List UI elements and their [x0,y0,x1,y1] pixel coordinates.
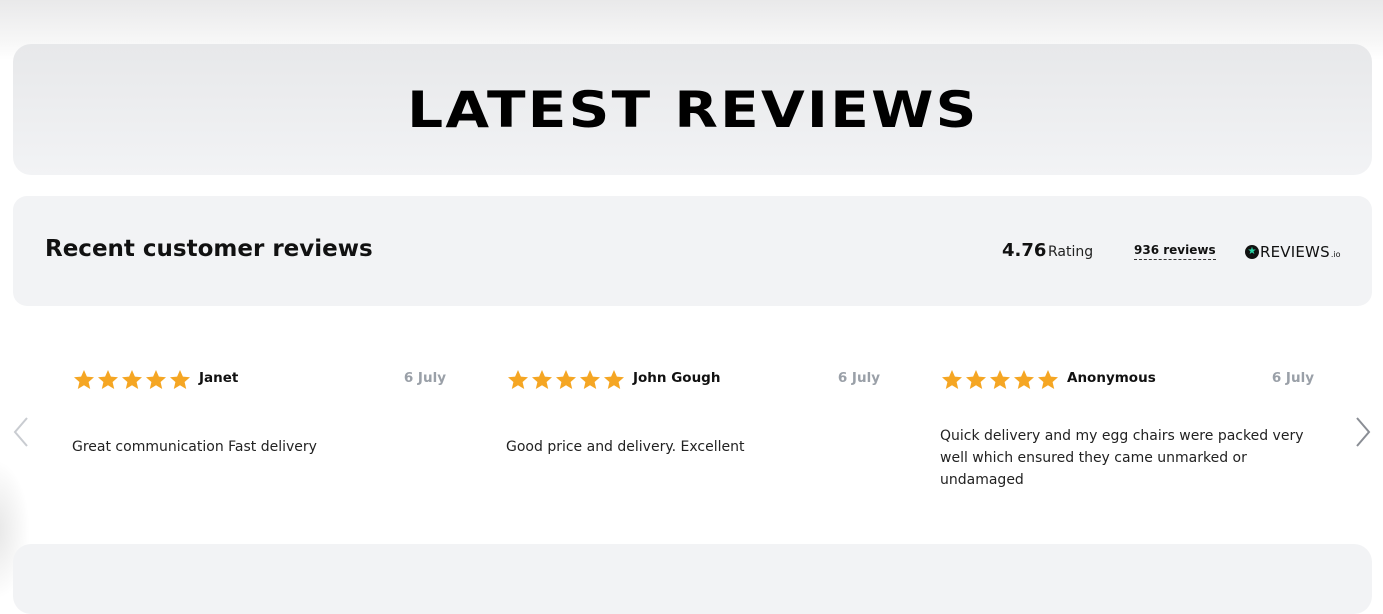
review-date: 6 July [403,370,446,386]
section-title: Recent customer reviews [45,236,373,262]
rating-label: Rating [1048,244,1094,260]
rating-value: 4.76 [1002,240,1047,261]
review-text: Good price and delivery. Excellent [506,439,745,455]
star-badge-icon: ★ [1245,245,1259,259]
star-icon [506,368,530,392]
star-icon [964,368,988,392]
star-icon [578,368,602,392]
star-icon [602,368,626,392]
page-title: LATEST REVIEWS [406,80,979,139]
review-date: 6 July [837,370,880,386]
star-rating [506,368,626,392]
star-rating [72,368,192,392]
review-count-link[interactable]: 936 reviews [1134,243,1216,260]
star-icon [1012,368,1036,392]
reviewer-name: Anonymous [1067,370,1156,386]
review-text: Quick delivery and my egg chairs were pa… [940,428,1304,488]
star-icon [1036,368,1060,392]
star-icon [120,368,144,392]
review-card: John Gough 6 July Good price and delivery.… [506,366,880,486]
star-icon [96,368,120,392]
review-text: Great communication Fast delivery [72,439,317,455]
review-date: 6 July [1271,370,1314,386]
reviews-io-logo[interactable]: ★ REVIEWS .io [1245,243,1341,261]
brand-suffix: .io [1330,250,1341,259]
star-icon [554,368,578,392]
reviews-summary-bar: Recent customer reviews 4.76 Rating 936 … [13,196,1372,306]
star-icon [940,368,964,392]
star-icon [168,368,192,392]
carousel-next-button[interactable] [1352,415,1376,449]
brand-name: REVIEWS [1260,243,1330,261]
star-rating [940,368,1060,392]
star-icon [144,368,168,392]
star-icon [72,368,96,392]
chevron-left-icon [10,415,34,449]
review-card: Janet 6 July Great communication Fast deli… [72,366,446,486]
star-icon [988,368,1012,392]
reviewer-name: John Gough [633,370,721,386]
reviewer-name: Janet [199,370,239,386]
star-icon [530,368,554,392]
latest-reviews-banner: LATEST REVIEWS [13,44,1372,175]
carousel-prev-button[interactable] [10,415,34,449]
review-card: Anonymous 6 July Quick delivery and my egg… [940,366,1314,488]
chevron-right-icon [1352,415,1376,449]
next-section-panel [13,544,1372,614]
